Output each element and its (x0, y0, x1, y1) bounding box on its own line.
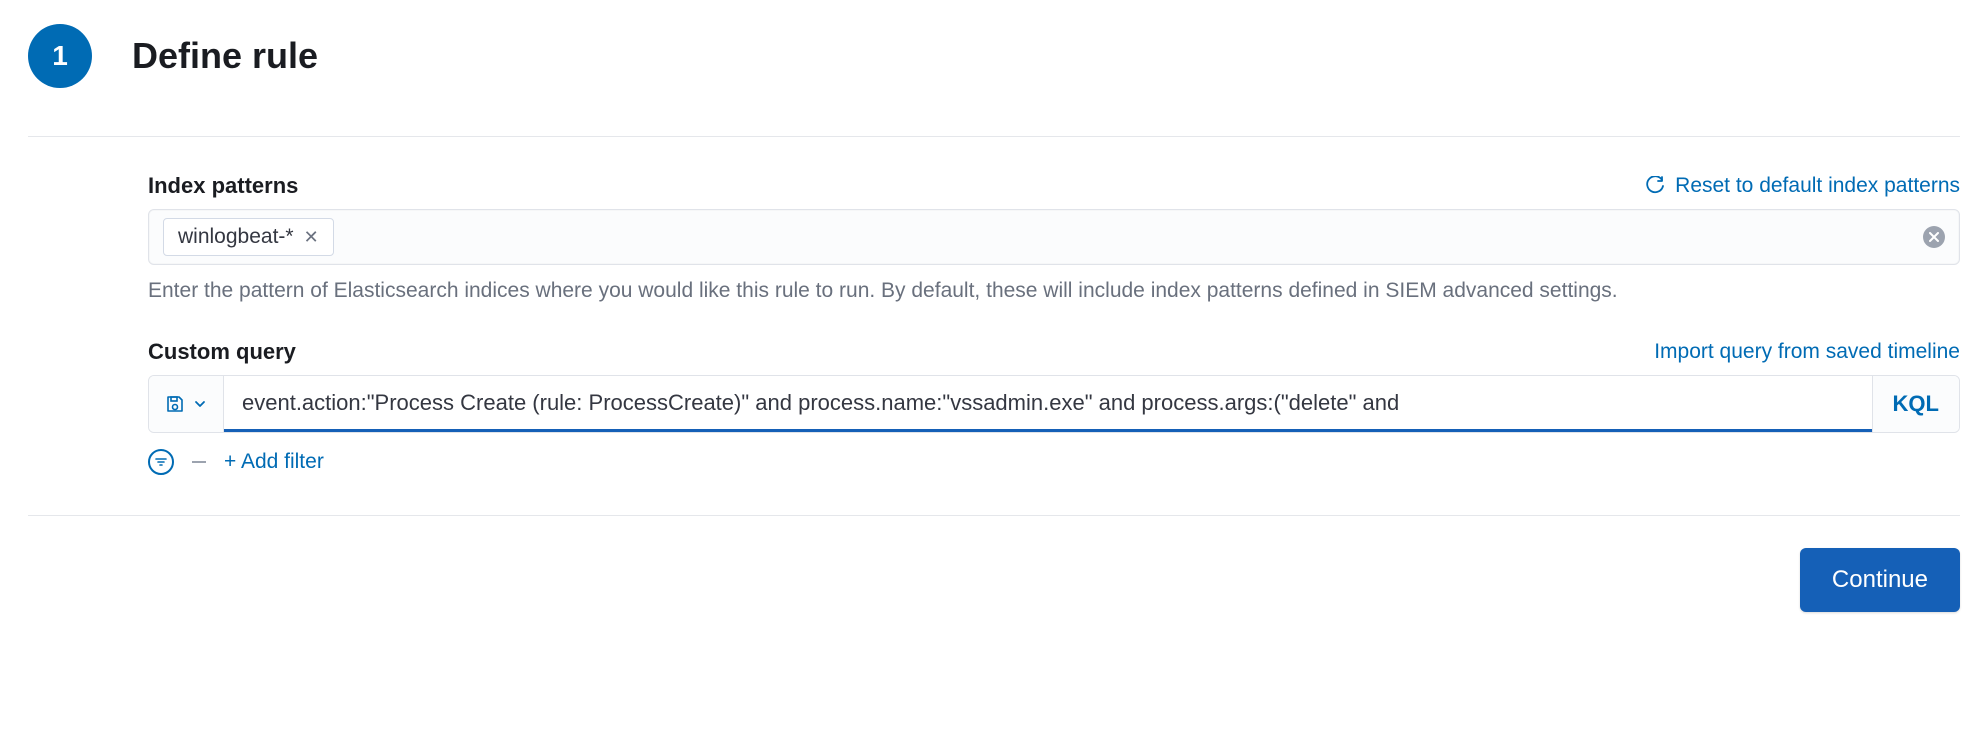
step-number-badge: 1 (28, 24, 92, 88)
reset-link-text: Reset to default index patterns (1675, 174, 1960, 198)
pill-remove-icon[interactable]: ✕ (304, 228, 319, 246)
index-patterns-label: Index patterns (148, 173, 298, 199)
custom-query-label: Custom query (148, 339, 296, 365)
continue-button[interactable]: Continue (1800, 548, 1960, 612)
index-patterns-help-text: Enter the pattern of Elasticsearch indic… (148, 279, 1960, 303)
chevron-down-icon (193, 397, 207, 411)
reset-index-patterns-link[interactable]: Reset to default index patterns (1645, 174, 1960, 198)
import-link-text: Import query from saved timeline (1654, 340, 1960, 364)
saved-query-menu-button[interactable] (149, 376, 224, 432)
pill-label: winlogbeat-* (178, 225, 294, 249)
footer: Continue (28, 516, 1960, 612)
index-pattern-pill[interactable]: winlogbeat-* ✕ (163, 218, 334, 256)
filter-bar: + Add filter (148, 449, 1960, 475)
index-patterns-header: Index patterns Reset to default index pa… (148, 173, 1960, 199)
query-language-button[interactable]: KQL (1872, 376, 1959, 432)
query-input[interactable] (224, 376, 1872, 432)
filter-separator (192, 461, 206, 463)
custom-query-header: Custom query Import query from saved tim… (148, 339, 1960, 365)
refresh-icon (1645, 176, 1665, 196)
import-query-link[interactable]: Import query from saved timeline (1654, 340, 1960, 364)
filter-options-icon[interactable] (148, 449, 174, 475)
query-bar: KQL (148, 375, 1960, 433)
step-header: 1 Define rule (28, 24, 1960, 137)
form-section: Index patterns Reset to default index pa… (28, 173, 1960, 516)
page-title: Define rule (132, 35, 318, 77)
index-patterns-input[interactable]: winlogbeat-* ✕ (148, 209, 1960, 265)
save-icon (165, 394, 185, 414)
clear-all-icon[interactable] (1923, 226, 1945, 248)
add-filter-button[interactable]: + Add filter (224, 450, 324, 474)
